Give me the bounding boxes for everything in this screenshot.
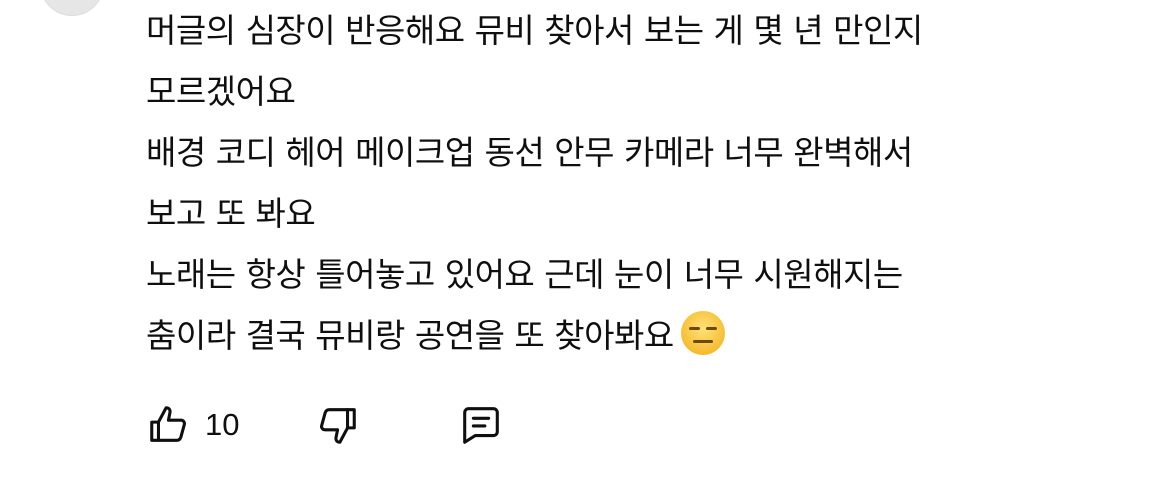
comment-line: 배경 코디 헤어 메이크업 동선 안무 카메라 너무 완벽해서 [146,133,913,172]
comment-line-text: 춤이라 결국 뮤비랑 공연을 또 찾아봐요 [146,316,674,355]
comment-text: 머글의 심장이 반응해요 뮤비 찾아서 보는 게 몇 년 만인지 모르겠어요 배… [146,0,1146,366]
comment-line: 보고 또 봐요 [146,194,316,233]
dislike-button[interactable] [314,402,360,448]
thumbs-up-icon [150,406,186,442]
comment-line-last: 춤이라 결국 뮤비랑 공연을 또 찾아봐요 [146,305,1146,366]
comment-line: 모르겠어요 [146,72,296,111]
comment-reply-icon [463,407,500,444]
comment-line: 노래는 항상 틀어놓고 있어요 근데 눈이 너무 시원해지는 [146,255,903,294]
comment-actions: 10 [146,400,504,450]
like-count: 10 [205,407,240,442]
avatar[interactable] [40,0,104,16]
reply-button[interactable] [458,402,504,448]
comment-line: 머글의 심장이 반응해요 뮤비 찾아서 보는 게 몇 년 만인지 [146,11,923,50]
thumbs-down-icon [320,408,357,444]
expressionless-face-emoji [680,311,725,355]
like-button[interactable]: 10 [146,402,239,448]
